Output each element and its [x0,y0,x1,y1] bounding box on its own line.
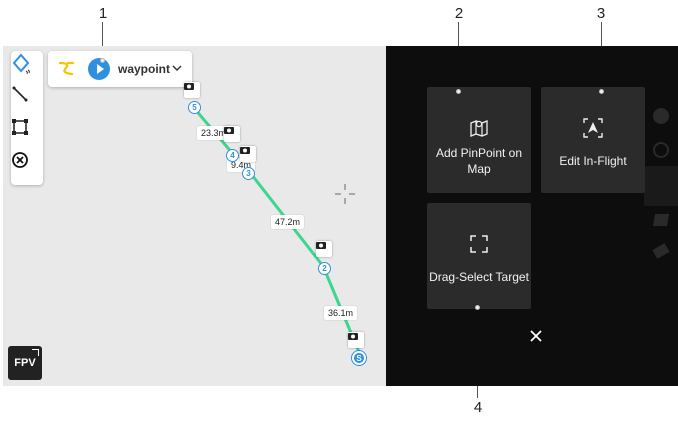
waypoint-mode-label[interactable]: waypoint [118,62,170,76]
waypoint-marker[interactable]: 5 [188,101,201,114]
camera-icon[interactable] [316,241,332,257]
camera-icon[interactable] [348,332,364,348]
start-point-marker[interactable]: S [352,351,366,365]
camera-icon[interactable] [240,146,256,162]
fpv-button[interactable]: FPV [8,346,42,380]
callout-dot-1 [100,58,105,63]
close-icon[interactable] [527,327,545,345]
layers-icon[interactable] [652,214,670,226]
info-icon[interactable] [653,108,669,124]
screen: 1 2 3 4 waypoint 23.3m 9.4m 47.2m 36.1m … [0,0,678,422]
map-pin-icon [468,117,490,144]
callout-1: 1 [98,5,108,22]
callout-2: 2 [454,5,464,22]
callout-dot-3 [599,89,604,94]
expand-corner-icon [32,349,39,356]
drag-select-tile[interactable]: Drag-Select Target [427,203,531,309]
camera-icon[interactable] [224,126,240,142]
callout-4: 4 [473,399,483,416]
waypoint-marker[interactable]: 3 [242,167,255,180]
area-tool-icon[interactable] [11,118,43,150]
target-icon[interactable] [653,142,669,158]
drag-select-label: Drag-Select Target [429,270,529,284]
add-pinpoint-tile[interactable]: Add PinPoint on Map [427,87,531,193]
distance-label: 36.1m [324,306,358,320]
callout-dot-2 [456,89,461,94]
edit-inflight-label: Edit In-Flight [559,154,627,168]
waypoint-tool-icon[interactable] [11,52,43,84]
edit-inflight-icon [582,117,604,144]
play-icon[interactable] [88,58,110,80]
map-tools [11,51,43,185]
callout-dot-4 [475,305,480,310]
eraser-icon[interactable] [652,243,670,259]
distance-label: 47.2m [271,215,305,229]
camera-icon[interactable] [184,82,200,98]
line-tool-icon[interactable] [11,85,43,117]
callout-3: 3 [596,5,606,22]
side-toolbar [644,86,678,266]
clear-icon[interactable] [11,151,43,183]
add-pinpoint-label: Add PinPoint on Map [435,146,523,176]
crosshair-icon [335,184,355,204]
person-pin-icon[interactable] [644,166,678,206]
waypoint-marker[interactable]: 2 [318,262,331,275]
target-action-panel: Add PinPoint on Map Edit In-Flight Drag-… [386,46,678,386]
drag-select-icon [468,233,490,260]
waypoint-marker[interactable]: 4 [226,149,239,162]
map-view[interactable]: waypoint 23.3m 9.4m 47.2m 36.1m 5 4 3 2 … [3,46,386,386]
edit-inflight-tile[interactable]: Edit In-Flight [541,87,645,193]
waypoint-mode-panel: waypoint [48,51,192,87]
fpv-label: FPV [14,357,36,369]
